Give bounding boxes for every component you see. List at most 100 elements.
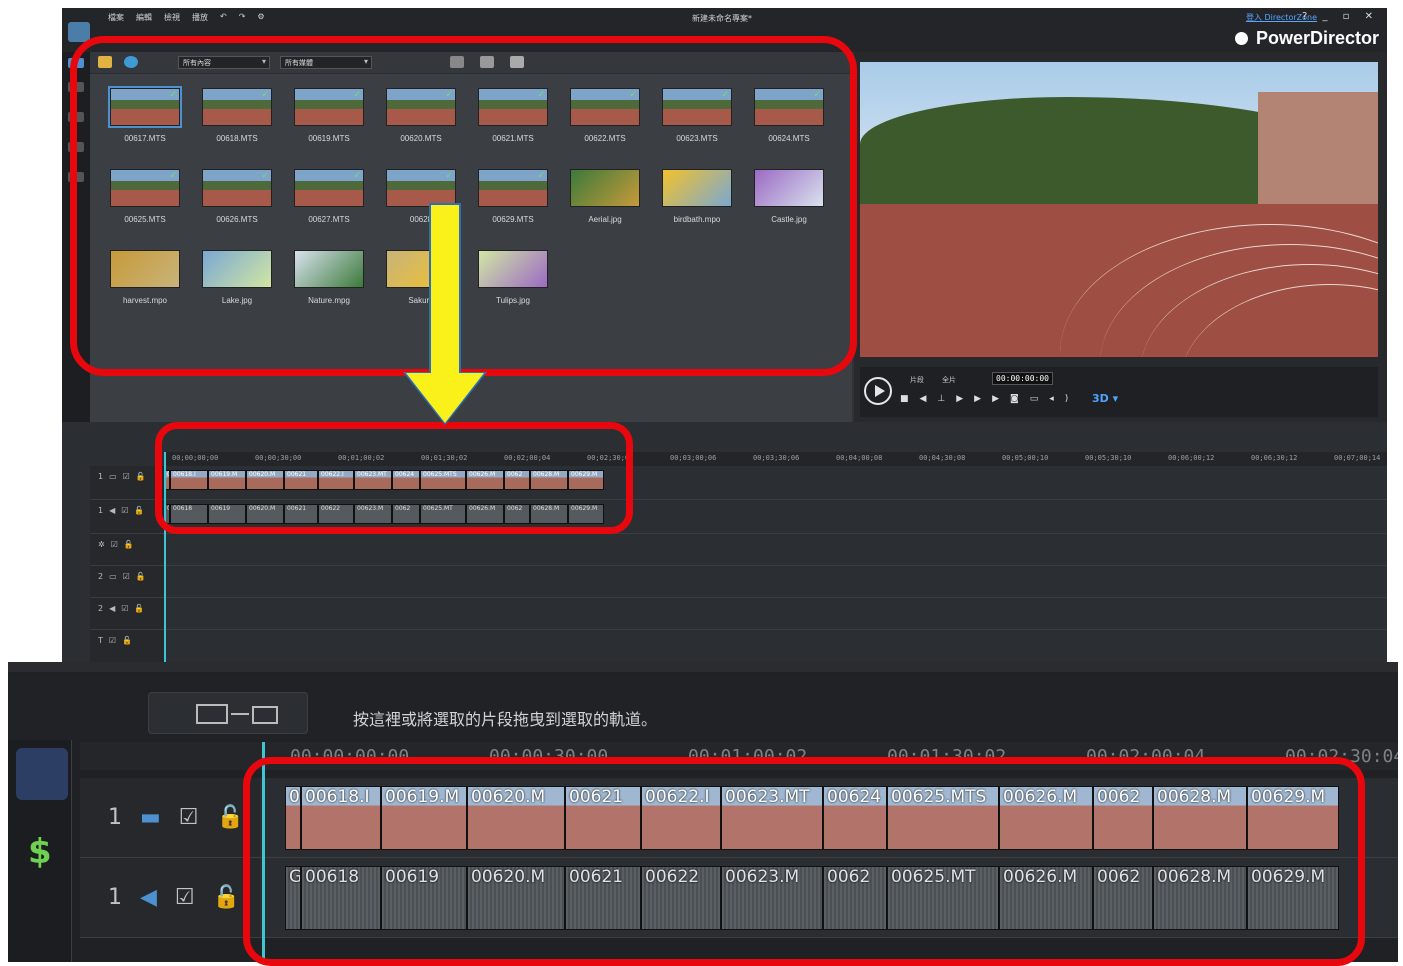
video-clip[interactable]: 0062 (504, 470, 530, 490)
zoom-video-clip[interactable]: 00619.M (381, 786, 467, 850)
media-thumbnail[interactable]: ✓ (662, 88, 732, 126)
content-filter-select[interactable]: 所有內容 (178, 56, 270, 69)
title-room-icon[interactable] (68, 142, 84, 152)
zoom-audio-clip[interactable]: 0062 (823, 866, 887, 930)
audio-clip-strip[interactable]: 0006180061900620.M006210062200623.M00620… (164, 504, 604, 524)
video-clip[interactable]: 00626.M (466, 470, 504, 490)
media-thumbnail[interactable]: ✓ (108, 86, 182, 128)
title-track[interactable]: T☑🔓 (90, 630, 1387, 663)
zoom-video-clip[interactable]: 00618.I (301, 786, 381, 850)
3d-mode-button[interactable]: 3D ▾ (1092, 392, 1118, 405)
zoom-video-clip[interactable]: 00628.M (1153, 786, 1247, 850)
video-clip[interactable]: 00629.M (568, 470, 604, 490)
video-clip[interactable]: 00620.M (246, 470, 284, 490)
zoom-audio-clip[interactable]: 00626.M (999, 866, 1093, 930)
play-button[interactable] (864, 377, 892, 405)
download-media-icon[interactable] (124, 56, 138, 68)
audio-clip[interactable]: 00628.M (530, 504, 568, 524)
video-track-1[interactable]: 1▭☑🔓 000618.I00619.M00620.M0062100622.I0… (90, 466, 1387, 500)
audio-clip[interactable]: 00625.MT (420, 504, 466, 524)
zoom-video-clip[interactable]: 00620.M (467, 786, 565, 850)
media-thumbnail[interactable]: ✓ (202, 88, 272, 126)
media-item[interactable]: birdbath.mpo (654, 161, 746, 242)
timeline-playhead[interactable] (164, 452, 166, 663)
video-clip[interactable]: 00623.MT (354, 470, 392, 490)
audio-track-2[interactable]: 2◀☑🔓 (90, 598, 1387, 630)
audio-clip[interactable]: 0062 (392, 504, 420, 524)
media-item[interactable]: ✓ 00623.MTS (654, 80, 746, 161)
audio-clip[interactable]: 00623.M (354, 504, 392, 524)
media-item[interactable]: Aerial.jpg (562, 161, 654, 242)
media-item[interactable]: ✓ 00625.MTS (102, 161, 194, 242)
zoom-playhead[interactable] (262, 742, 265, 962)
audio-clip[interactable]: 00620.M (246, 504, 284, 524)
zoom-video-clip[interactable]: 00626.M (999, 786, 1093, 850)
zoom-video-clip[interactable]: 00621 (565, 786, 641, 850)
video-clip[interactable]: 00628.M (530, 470, 568, 490)
import-folder-icon[interactable] (98, 56, 112, 68)
settings-icon[interactable]: ⚙ (257, 12, 264, 23)
media-item[interactable]: ✓ 00626.MTS (194, 161, 286, 242)
menu-edit[interactable]: 編輯 (136, 12, 152, 23)
track-lock-icon[interactable]: 🔓 (213, 885, 240, 910)
media-item[interactable]: ✓ 00617.MTS (102, 80, 194, 161)
effect-room-icon[interactable] (68, 82, 84, 92)
track-enable-checkbox[interactable]: ☑ (179, 805, 199, 830)
video-clip[interactable]: 00618.I (170, 470, 208, 490)
zoom-video-clip[interactable]: 0062 (1093, 786, 1153, 850)
window-controls[interactable]: ? _ ▫ ✕ (1302, 11, 1379, 22)
timeline-ruler[interactable]: 00;00;00;00 00;00;30;00 00;01;00;02 00;01;3… (164, 452, 1387, 466)
audio-clip[interactable]: 00622 (318, 504, 354, 524)
track-lock-icon[interactable]: 🔓 (217, 805, 244, 830)
video-track-2[interactable]: 2▭☑🔓 (90, 566, 1387, 598)
media-thumbnail[interactable] (662, 169, 732, 207)
effect-track[interactable]: ✲☑🔓 (90, 534, 1387, 566)
track-enable-checkbox[interactable]: ☑ (175, 885, 195, 910)
zoom-audio-clip[interactable]: 00621 (565, 866, 641, 930)
audio-track-1[interactable]: 1◀☑🔓 0006180061900620.M006210062200623.M… (90, 500, 1387, 534)
media-room-icon[interactable] (68, 58, 84, 68)
zoom-audio-clip[interactable]: 00620.M (467, 866, 565, 930)
media-thumbnail[interactable]: ✓ (478, 169, 548, 207)
zoom-audio-clip[interactable]: 00625.MT (887, 866, 999, 930)
media-item[interactable]: harvest.mpo (102, 242, 194, 323)
redo-icon[interactable]: ↷ (239, 12, 246, 23)
video-clip[interactable]: 00621 (284, 470, 318, 490)
magic-wand-icon[interactable] (16, 748, 68, 800)
audio-clip[interactable]: 00621 (284, 504, 318, 524)
zoom-audio-clip[interactable]: G (285, 866, 301, 930)
media-item[interactable]: ✓ 00618.MTS (194, 80, 286, 161)
media-item[interactable]: ✓ 00620.MTS (378, 80, 470, 161)
media-item[interactable]: ✓ 00627.MTS (286, 161, 378, 242)
media-thumbnail[interactable] (754, 169, 824, 207)
zoom-audio-track[interactable]: 1 ◀ ☑ 🔓 G 00618 00619 00620.M 00621 00622 0062… (80, 858, 1398, 938)
zoom-video-clip[interactable]: 00623.MT (721, 786, 823, 850)
zoom-audio-clip[interactable]: 00619 (381, 866, 467, 930)
media-item[interactable]: ✓ 00624.MTS (746, 80, 838, 161)
media-thumbnail[interactable]: ✓ (294, 88, 364, 126)
media-filter-select[interactable]: 所有媒體 (280, 56, 372, 69)
video-clip[interactable]: 00625.MTS (420, 470, 466, 490)
media-thumbnail[interactable]: ✓ (478, 88, 548, 126)
zoom-audio-clips[interactable]: G 00618 00619 00620.M 00621 00622 00623.M 0062 0… (285, 866, 1339, 930)
media-thumbnail[interactable] (202, 250, 272, 288)
media-thumbnail[interactable] (110, 250, 180, 288)
audio-clip[interactable]: 00629.M (568, 504, 604, 524)
media-item[interactable]: Lake.jpg (194, 242, 286, 323)
media-item[interactable]: Castle.jpg (746, 161, 838, 242)
zoom-audio-clip[interactable]: 00622 (641, 866, 721, 930)
media-item[interactable]: Nature.mpg (286, 242, 378, 323)
undo-icon[interactable]: ↶ (220, 12, 227, 23)
media-item[interactable]: ✓ 00622.MTS (562, 80, 654, 161)
zoom-video-clip[interactable]: 0( (285, 786, 301, 850)
pip-room-icon[interactable] (68, 112, 84, 122)
media-thumbnail[interactable]: ✓ (110, 169, 180, 207)
audio-clip[interactable]: 00619 (208, 504, 246, 524)
video-clip[interactable]: 00622.I (318, 470, 354, 490)
video-clip[interactable]: 00624 (392, 470, 420, 490)
audio-clip[interactable]: 00626.M (466, 504, 504, 524)
audio-clip[interactable]: 00618 (170, 504, 208, 524)
audio-mix-icon[interactable]: $ (28, 832, 52, 872)
view-grid-icon[interactable] (510, 56, 524, 68)
media-thumbnail[interactable] (570, 169, 640, 207)
